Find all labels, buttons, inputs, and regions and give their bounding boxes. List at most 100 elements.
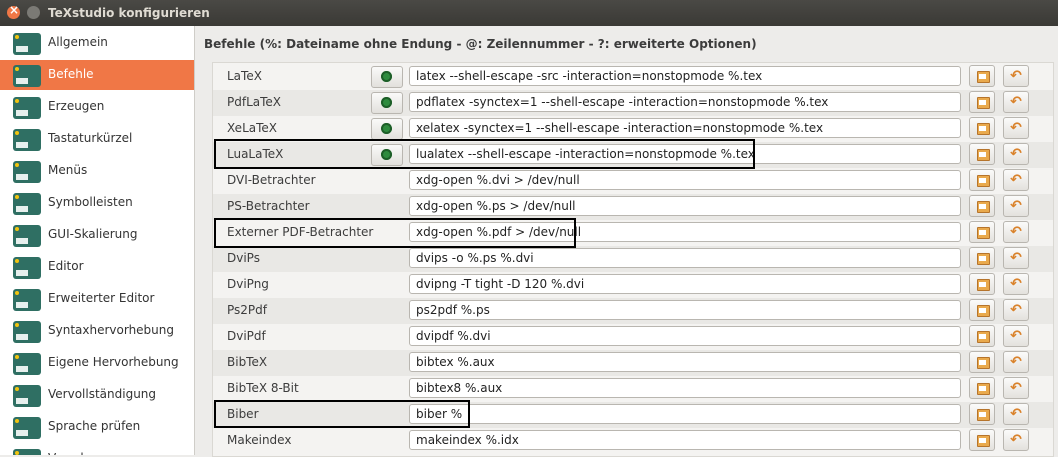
completion-icon xyxy=(13,385,41,407)
sidebar-item-vorschau[interactable]: Vorschau xyxy=(0,444,194,455)
command-name: LaTeX xyxy=(227,69,262,83)
browse-folder-icon[interactable] xyxy=(969,377,995,399)
browse-folder-icon[interactable] xyxy=(969,247,995,269)
run-command-button[interactable] xyxy=(371,144,403,166)
reset-undo-icon[interactable]: ↶ xyxy=(1003,221,1029,243)
command-row: LaTeX latex --shell-escape -src -interact… xyxy=(213,64,1053,90)
minimize-window-button[interactable] xyxy=(27,6,40,19)
command-row: Biber biber % ↶ xyxy=(213,402,1053,428)
sidebar-item-menüs[interactable]: Menüs xyxy=(0,156,194,186)
command-name: XeLaTeX xyxy=(227,121,277,135)
command-name: LuaLaTeX xyxy=(227,147,284,161)
browse-folder-icon[interactable] xyxy=(969,299,995,321)
toolbar-icon xyxy=(13,193,41,215)
browse-folder-icon[interactable] xyxy=(969,143,995,165)
command-input[interactable]: ps2pdf %.ps xyxy=(409,300,961,320)
browse-folder-icon[interactable] xyxy=(969,91,995,113)
sidebar-item-tastaturkürzel[interactable]: Tastaturkürzel xyxy=(0,124,194,154)
txs-logo-icon xyxy=(13,33,41,55)
command-row: Ps2Pdf ps2pdf %.ps ↶ xyxy=(213,298,1053,324)
reset-undo-icon[interactable]: ↶ xyxy=(1003,403,1029,425)
browse-folder-icon[interactable] xyxy=(969,403,995,425)
command-name: DviPs xyxy=(227,251,260,265)
sidebar-item-label: Allgemein xyxy=(48,35,108,49)
command-input[interactable]: dvipdf %.dvi xyxy=(409,326,961,346)
sidebar-item-gui-skalierung[interactable]: GUI-Skalierung xyxy=(0,220,194,250)
close-window-button[interactable] xyxy=(7,3,20,19)
page-heading: Befehle (%: Dateiname ohne Endung - @: Z… xyxy=(204,37,757,51)
command-name: Biber xyxy=(227,407,259,421)
reset-undo-icon[interactable]: ↶ xyxy=(1003,169,1029,191)
browse-folder-icon[interactable] xyxy=(969,169,995,191)
sidebar-item-label: Erweiterter Editor xyxy=(48,291,155,305)
reset-undo-icon[interactable]: ↶ xyxy=(1003,325,1029,347)
reset-undo-icon[interactable]: ↶ xyxy=(1003,273,1029,295)
reset-undo-icon[interactable]: ↶ xyxy=(1003,195,1029,217)
editor-icon xyxy=(13,257,41,279)
command-name: Makeindex xyxy=(227,433,292,447)
sidebar-item-label: Sprache prüfen xyxy=(48,419,141,433)
build-icon xyxy=(13,97,41,119)
browse-folder-icon[interactable] xyxy=(969,325,995,347)
reset-undo-icon[interactable]: ↶ xyxy=(1003,91,1029,113)
sidebar-item-eigene-hervorhebung[interactable]: Eigene Hervorhebung xyxy=(0,348,194,378)
sidebar-item-befehle[interactable]: Befehle xyxy=(0,60,194,90)
sidebar-item-allgemein[interactable]: Allgemein xyxy=(0,28,194,58)
sidebar-item-editor[interactable]: Editor xyxy=(0,252,194,282)
command-input[interactable]: latex --shell-escape -src -interaction=n… xyxy=(409,66,961,86)
browse-folder-icon[interactable] xyxy=(969,65,995,87)
run-command-button[interactable] xyxy=(371,92,403,114)
command-input[interactable]: lualatex --shell-escape -interaction=non… xyxy=(409,144,961,164)
browse-folder-icon[interactable] xyxy=(969,117,995,139)
sidebar-item-sprache-prüfen[interactable]: Sprache prüfen xyxy=(0,412,194,442)
command-input[interactable]: dvips -o %.ps %.dvi xyxy=(409,248,961,268)
reset-undo-icon[interactable]: ↶ xyxy=(1003,299,1029,321)
command-input[interactable]: biber % xyxy=(409,404,961,424)
browse-folder-icon[interactable] xyxy=(969,351,995,373)
sidebar-item-erzeugen[interactable]: Erzeugen xyxy=(0,92,194,122)
preview-icon xyxy=(13,449,41,455)
spellcheck-icon xyxy=(13,417,41,439)
command-name: Externer PDF-Betrachter xyxy=(227,225,374,239)
sidebar-item-erweiterter-editor[interactable]: Erweiterter Editor xyxy=(0,284,194,314)
reset-undo-icon[interactable]: ↶ xyxy=(1003,377,1029,399)
sidebar-item-symbolleisten[interactable]: Symbolleisten xyxy=(0,188,194,218)
command-row: BibTeX 8-Bit bibtex8 %.aux ↶ xyxy=(213,376,1053,402)
highlight-icon xyxy=(13,353,41,375)
reset-undo-icon[interactable]: ↶ xyxy=(1003,117,1029,139)
reset-undo-icon[interactable]: ↶ xyxy=(1003,429,1029,451)
command-input[interactable]: xdg-open %.pdf > /dev/null xyxy=(409,222,961,242)
run-command-button[interactable] xyxy=(371,118,403,140)
command-name: DviPdf xyxy=(227,329,266,343)
sidebar-item-label: Editor xyxy=(48,259,84,273)
browse-folder-icon[interactable] xyxy=(969,273,995,295)
reset-undo-icon[interactable]: ↶ xyxy=(1003,143,1029,165)
command-input[interactable]: makeindex %.idx xyxy=(409,430,961,450)
command-name: DVI-Betrachter xyxy=(227,173,316,187)
window-title: TeXstudio konfigurieren xyxy=(48,6,210,20)
sidebar-item-label: Eigene Hervorhebung xyxy=(48,355,179,369)
sidebar-item-vervollständigung[interactable]: Vervollständigung xyxy=(0,380,194,410)
command-name: Ps2Pdf xyxy=(227,303,267,317)
reset-undo-icon[interactable]: ↶ xyxy=(1003,247,1029,269)
reset-undo-icon[interactable]: ↶ xyxy=(1003,351,1029,373)
reset-undo-icon[interactable]: ↶ xyxy=(1003,65,1029,87)
command-input[interactable]: xelatex -synctex=1 --shell-escape -inter… xyxy=(409,118,961,138)
browse-folder-icon[interactable] xyxy=(969,195,995,217)
command-input[interactable]: bibtex %.aux xyxy=(409,352,961,372)
command-input[interactable]: pdflatex -synctex=1 --shell-escape -inte… xyxy=(409,92,961,112)
browse-folder-icon[interactable] xyxy=(969,429,995,451)
settings-category-sidebar: Allgemein Befehle Erzeugen Tastaturkürzel Me… xyxy=(0,26,195,455)
keyboard-icon xyxy=(13,129,41,151)
command-input[interactable]: bibtex8 %.aux xyxy=(409,378,961,398)
command-input[interactable]: dvipng -T tight -D 120 %.dvi xyxy=(409,274,961,294)
browse-folder-icon[interactable] xyxy=(969,221,995,243)
command-input[interactable]: xdg-open %.ps > /dev/null xyxy=(409,196,961,216)
command-name: BibTeX xyxy=(227,355,268,369)
sidebar-item-label: Befehle xyxy=(48,67,94,81)
sidebar-item-syntaxhervorhebung[interactable]: Syntaxhervorhebung xyxy=(0,316,194,346)
run-command-button[interactable] xyxy=(371,66,403,88)
sidebar-item-label: Symbolleisten xyxy=(48,195,133,209)
command-input[interactable]: xdg-open %.dvi > /dev/null xyxy=(409,170,961,190)
command-name: PS-Betrachter xyxy=(227,199,310,213)
